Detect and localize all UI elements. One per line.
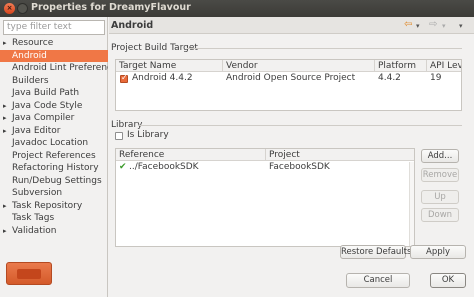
expand-arrow-icon[interactable]: ▸ [3, 125, 7, 138]
sidebar-item-label: Builders [12, 75, 49, 86]
sidebar-item-label: Java Build Path [12, 88, 80, 98]
view-menu-icon[interactable]: ▾ [459, 22, 463, 30]
remove-button[interactable]: Remove [421, 168, 459, 182]
sidebar-item-resource[interactable]: ▸ Resource [0, 37, 108, 50]
sidebar-item-label: Task Tags [12, 213, 55, 223]
vendor-cell: Android Open Source Project [226, 73, 356, 83]
sidebar-item-android[interactable]: Android [0, 49, 108, 62]
column-vendor[interactable]: Vendor [223, 60, 375, 72]
restore-defaults-button[interactable]: Restore Defaults [340, 245, 411, 259]
add-button[interactable]: Add... [421, 149, 459, 163]
sidebar-item-label: Android [12, 50, 47, 61]
is-library-label: Is Library [127, 130, 169, 140]
sidebar-item-subversion[interactable]: Subversion [0, 187, 108, 200]
build-target-header: Target Name Vendor Platform API Leve [116, 60, 461, 72]
project-cell: FacebookSDK [269, 162, 330, 172]
column-target-name[interactable]: Target Name [116, 60, 223, 72]
expand-arrow-icon[interactable]: ▸ [3, 112, 7, 125]
sidebar-item-label: Javadoc Location [12, 138, 89, 148]
sidebar-item-java-build-path[interactable]: Java Build Path [0, 87, 108, 100]
close-icon: × [6, 4, 13, 12]
expand-arrow-icon[interactable]: ▸ [3, 100, 7, 113]
sidebar-item-label: Task Repository [12, 200, 83, 211]
property-tree: ▸ Resource Android Android Lint Preferences… [0, 37, 108, 237]
window-close-button[interactable]: × [4, 3, 15, 14]
window-minimize-button[interactable] [17, 3, 28, 14]
help-button[interactable] [6, 262, 52, 285]
build-target-separator [187, 48, 462, 49]
sidebar-item-label: Run/Debug Settings [12, 175, 102, 186]
apply-button[interactable]: Apply [410, 245, 466, 259]
sidebar-item-javadoc-location[interactable]: Javadoc Location [0, 137, 108, 150]
sidebar-item-refactoring-history[interactable]: Refactoring History [0, 162, 108, 175]
up-button[interactable]: Up [421, 190, 459, 204]
sidebar-item-label: Project References [12, 150, 96, 161]
down-button[interactable]: Down [421, 208, 459, 222]
table-row[interactable]: ✔ ../FacebookSDK FacebookSDK [116, 162, 414, 174]
window-title: Properties for DreamyFlavour [31, 2, 191, 13]
forward-dropdown-icon[interactable]: ▾ [442, 22, 446, 30]
library-label: Library [111, 120, 143, 130]
back-dropdown-icon[interactable]: ▾ [416, 22, 420, 30]
reference-cell: ../FacebookSDK [129, 162, 199, 172]
sidebar: type filter text ▸ Resource Android Android… [0, 17, 108, 297]
sidebar-item-project-references[interactable]: Project References [0, 150, 108, 163]
back-arrow-icon[interactable]: ⇦ [404, 19, 412, 30]
sidebar-item-task-tags[interactable]: Task Tags [0, 212, 108, 225]
is-library-checkbox[interactable] [115, 132, 123, 140]
platform-cell: 4.4.2 [378, 73, 401, 83]
sidebar-item-run-debug-settings[interactable]: Run/Debug Settings [0, 175, 108, 188]
target-checkbox[interactable] [120, 73, 128, 83]
build-target-label: Project Build Target [111, 43, 198, 53]
expand-arrow-icon[interactable]: ▸ [3, 37, 7, 50]
sidebar-item-label: Validation [12, 225, 57, 236]
build-target-table: Target Name Vendor Platform API Leve And… [115, 59, 462, 111]
property-page: Android ⇦ ▾ ⇨ ▾ ▾ Project Build Target T… [109, 17, 474, 297]
sidebar-item-label: Java Compiler [12, 113, 75, 123]
sidebar-item-java-compiler[interactable]: ▸ Java Compiler [0, 112, 108, 125]
library-separator [139, 125, 462, 126]
sidebar-item-validation[interactable]: ▸ Validation [0, 225, 108, 238]
forward-arrow-icon[interactable]: ⇨ [429, 19, 437, 30]
cancel-button[interactable]: Cancel [346, 273, 410, 288]
sidebar-item-label: Android Lint Preferences [12, 63, 108, 73]
sidebar-item-label: Subversion [12, 188, 63, 198]
library-header: Reference Project [116, 149, 414, 161]
page-header: Android ⇦ ▾ ⇨ ▾ ▾ [109, 17, 474, 34]
sidebar-item-label: Java Editor [12, 125, 61, 136]
library-table: Reference Project ✔ ../FacebookSDK Faceb… [115, 148, 415, 247]
filter-input[interactable]: type filter text [3, 20, 105, 35]
ok-button[interactable]: OK [430, 273, 466, 288]
help-icon [17, 269, 41, 279]
column-api-level[interactable]: API Leve [427, 60, 461, 72]
target-name-cell: Android 4.4.2 [132, 73, 193, 83]
sidebar-item-task-repository[interactable]: ▸ Task Repository [0, 200, 108, 213]
sidebar-item-android-lint-preferences[interactable]: Android Lint Preferences [0, 62, 108, 75]
column-platform[interactable]: Platform [375, 60, 427, 72]
api-level-cell: 19 [430, 73, 442, 83]
table-row[interactable]: Android 4.4.2 Android Open Source Projec… [116, 73, 461, 85]
sidebar-item-java-code-style[interactable]: ▸ Java Code Style [0, 100, 108, 113]
expand-arrow-icon[interactable]: ▸ [3, 225, 7, 238]
sidebar-item-label: Java Code Style [12, 100, 83, 111]
sidebar-item-java-editor[interactable]: ▸ Java Editor [0, 125, 108, 138]
sidebar-item-builders[interactable]: Builders [0, 75, 108, 88]
library-scrollbar[interactable] [409, 162, 414, 246]
sidebar-item-label: Refactoring History [12, 163, 99, 173]
page-title: Android [111, 20, 154, 31]
column-project[interactable]: Project [266, 149, 409, 161]
column-reference[interactable]: Reference [116, 149, 266, 161]
expand-arrow-icon[interactable]: ▸ [3, 200, 7, 213]
title-bar: × Properties for DreamyFlavour [0, 0, 474, 17]
sidebar-item-label: Resource [12, 38, 54, 48]
